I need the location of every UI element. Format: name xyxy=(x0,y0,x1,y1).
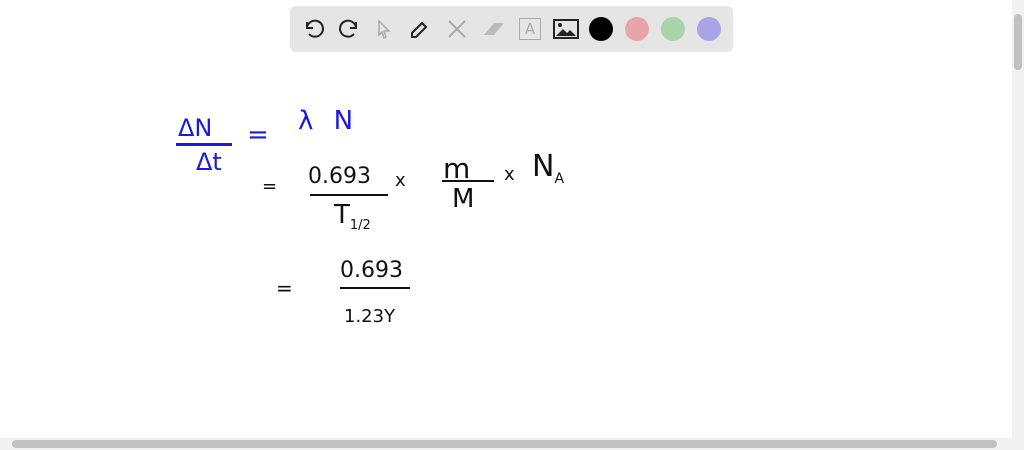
t-half: T1/2 xyxy=(334,200,371,234)
mass-m: m xyxy=(443,152,471,185)
color-pink[interactable] xyxy=(623,15,651,43)
times-sign: x xyxy=(504,164,515,185)
avogadro: NA xyxy=(532,149,565,187)
lambda-n: λ N xyxy=(298,106,360,136)
tools-icon[interactable] xyxy=(443,15,471,43)
times-sign: x xyxy=(395,170,406,191)
text-icon[interactable]: A xyxy=(516,15,544,43)
pen-icon[interactable] xyxy=(406,15,434,43)
equals-sign: = xyxy=(262,176,278,197)
numerator: 0.693 xyxy=(308,164,371,189)
equals-sign: = xyxy=(247,120,269,150)
scroll-thumb[interactable] xyxy=(12,440,997,448)
horizontal-scrollbar[interactable] xyxy=(0,438,1024,450)
fraction-bar xyxy=(442,180,494,182)
redo-icon[interactable] xyxy=(335,15,363,43)
fraction-bar xyxy=(176,143,232,146)
delta-t: Δt xyxy=(196,148,222,176)
numerator: 0.693 xyxy=(340,258,403,283)
color-purple[interactable] xyxy=(695,15,723,43)
vertical-scrollbar[interactable] xyxy=(1012,0,1024,438)
fraction-bar xyxy=(310,194,388,196)
scroll-thumb[interactable] xyxy=(1014,14,1022,70)
pointer-icon[interactable] xyxy=(370,15,398,43)
eraser-icon[interactable] xyxy=(480,15,508,43)
fraction-bar xyxy=(340,287,410,289)
drawing-toolbar: A xyxy=(290,6,733,52)
molar-mass-m: M xyxy=(452,184,475,214)
color-green[interactable] xyxy=(659,15,687,43)
text-tool-glyph: A xyxy=(519,18,541,40)
equals-sign: = xyxy=(276,276,293,300)
denominator: 1.23Y xyxy=(344,306,396,327)
image-icon[interactable] xyxy=(552,15,580,43)
undo-icon[interactable] xyxy=(300,15,328,43)
color-black[interactable] xyxy=(587,15,615,43)
delta-n: ΔN xyxy=(178,114,213,142)
